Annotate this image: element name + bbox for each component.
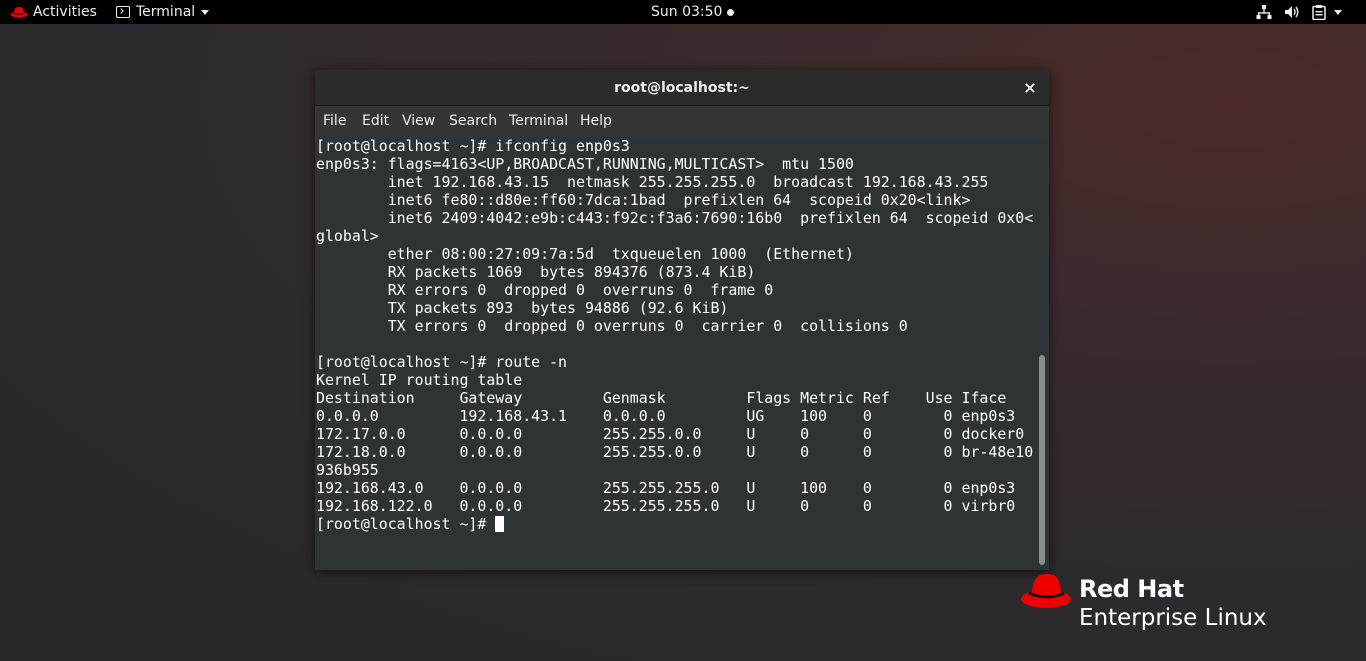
- terminal-line: Kernel IP routing table: [316, 371, 523, 389]
- system-status-area[interactable]: [1256, 0, 1342, 24]
- terminal-prompt: [root@localhost ~]#: [316, 515, 496, 533]
- terminal-line: 936b955: [316, 461, 379, 479]
- terminal-line: 172.18.0.0 0.0.0.0 255.255.0.0 U 0 0 0 b…: [316, 443, 1034, 461]
- terminal-line: TX packets 893 bytes 94886 (92.6 KiB): [316, 299, 729, 317]
- system-menu-caret-icon: [1334, 9, 1342, 15]
- terminal-line: inet 192.168.43.15 netmask 255.255.255.0…: [316, 173, 989, 191]
- chevron-down-icon: [201, 9, 210, 15]
- terminal-line: RX packets 1069 bytes 894376 (873.4 KiB): [316, 263, 756, 281]
- close-icon[interactable]: ×: [1021, 79, 1039, 97]
- terminal-line: RX errors 0 dropped 0 overruns 0 frame 0: [316, 281, 774, 299]
- terminal-line: enp0s3: flags=4163<UP,BROADCAST,RUNNING,…: [316, 155, 854, 173]
- menu-search[interactable]: Search: [449, 106, 497, 137]
- menu-view[interactable]: View: [402, 106, 435, 137]
- redhat-hat-icon: [10, 7, 28, 18]
- menu-bar: File Edit View Search Terminal Help: [315, 106, 1049, 137]
- terminal-output-area[interactable]: [root@localhost ~]# ifconfig enp0s3 enp0…: [315, 137, 1049, 570]
- redhat-logo-hat-icon: [1021, 574, 1071, 608]
- terminal-line: TX errors 0 dropped 0 overruns 0 carrier…: [316, 317, 908, 335]
- terminal-window: root@localhost:~ × File Edit View Search…: [315, 70, 1049, 570]
- clipboard-icon: [1312, 5, 1326, 20]
- terminal-line: inet6 2409:4042:e9b:c443:f92c:f3a6:7690:…: [316, 209, 1034, 227]
- terminal-icon: [116, 6, 130, 18]
- menu-help[interactable]: Help: [580, 106, 612, 137]
- text-cursor: [495, 516, 505, 532]
- terminal-text: [root@localhost ~]# ifconfig enp0s3 enp0…: [316, 137, 1033, 533]
- brand-line-2: Enterprise Linux: [1079, 605, 1267, 631]
- top-bar: Activities Terminal Sun 03:50: [0, 0, 1366, 24]
- menu-terminal[interactable]: Terminal: [509, 106, 568, 137]
- redhat-logo: Red Hat Enterprise Linux: [1020, 570, 1320, 640]
- notification-dot-icon: [727, 8, 735, 16]
- terminal-line: 192.168.122.0 0.0.0.0 255.255.255.0 U 0 …: [316, 497, 1016, 515]
- volume-icon: [1285, 6, 1299, 18]
- terminal-line: inet6 fe80::d80e:ff60:7dca:1bad prefixle…: [316, 191, 971, 209]
- terminal-line: 172.17.0.0 0.0.0.0 255.255.0.0 U 0 0 0 d…: [316, 425, 1025, 443]
- menu-file[interactable]: File: [323, 106, 346, 137]
- menu-edit[interactable]: Edit: [362, 106, 389, 137]
- window-titlebar[interactable]: root@localhost:~ ×: [315, 70, 1049, 106]
- terminal-line: [root@localhost ~]# route -n: [316, 353, 568, 371]
- activities-button[interactable]: Activities: [10, 0, 97, 24]
- scrollbar-thumb[interactable]: [1039, 355, 1045, 565]
- terminal-line: 0.0.0.0 192.168.43.1 0.0.0.0 UG 100 0 0 …: [316, 407, 1016, 425]
- brand-line-1: Red Hat: [1079, 575, 1184, 603]
- terminal-line: ether 08:00:27:09:7a:5d txqueuelen 1000 …: [316, 245, 854, 263]
- app-menu-label: Terminal: [136, 4, 196, 20]
- clock[interactable]: Sun 03:50: [651, 0, 735, 24]
- clock-label: Sun 03:50: [651, 4, 723, 20]
- terminal-line: Destination Gateway Genmask Flags Metric…: [316, 389, 1007, 407]
- window-title: root@localhost:~: [614, 80, 750, 96]
- network-icon: [1256, 5, 1272, 19]
- activities-label: Activities: [33, 4, 97, 20]
- terminal-line: 192.168.43.0 0.0.0.0 255.255.255.0 U 100…: [316, 479, 1016, 497]
- terminal-line: global>: [316, 227, 379, 245]
- terminal-line: [root@localhost ~]# ifconfig enp0s3: [316, 137, 630, 155]
- app-menu-terminal[interactable]: Terminal: [116, 0, 210, 24]
